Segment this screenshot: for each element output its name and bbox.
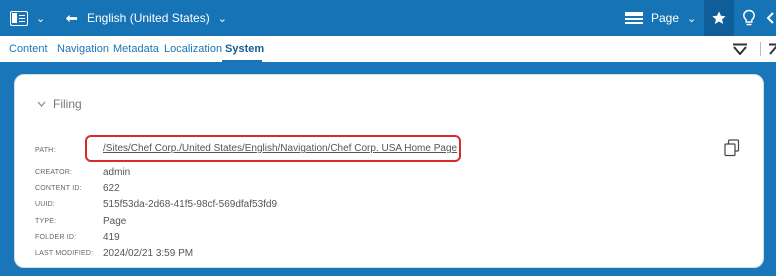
folder-id-label: FOLDER ID: bbox=[35, 234, 77, 241]
type-value: Page bbox=[103, 216, 127, 227]
language-selector[interactable]: English (United States) ⌄ bbox=[64, 0, 227, 36]
tab-navigation[interactable]: Navigation bbox=[57, 43, 109, 55]
content-id-label: CONTENT ID: bbox=[35, 185, 82, 192]
creator-label: CREATOR: bbox=[35, 169, 73, 176]
path-label: PATH: bbox=[35, 147, 56, 154]
system-content-area: Filing PATH: /Sites/Chef Corp./United St… bbox=[0, 62, 776, 276]
creator-value: admin bbox=[103, 167, 131, 178]
site-switcher[interactable]: ⌄ bbox=[10, 0, 45, 36]
collapse-panel-button[interactable] bbox=[764, 0, 776, 36]
last-modified-value: 2024/02/21 3:59 PM bbox=[103, 248, 194, 259]
last-modified-label: LAST MODIFIED: bbox=[35, 250, 94, 257]
page-type-label: Page bbox=[651, 11, 680, 25]
tab-bar: Content Navigation Metadata Localization… bbox=[0, 36, 776, 62]
tab-metadata[interactable]: Metadata bbox=[113, 43, 159, 55]
folder-id-value: 419 bbox=[103, 232, 120, 243]
collapse-all-icon[interactable] bbox=[768, 43, 776, 55]
page-type-selector[interactable]: Page ⌄ bbox=[625, 0, 696, 36]
path-link[interactable]: /Sites/Chef Corp./United States/English/… bbox=[103, 143, 457, 154]
chevron-down-icon: ⌄ bbox=[687, 12, 697, 25]
top-toolbar: ⌄ English (United States) ⌄ Page ⌄ bbox=[0, 0, 776, 36]
favorite-button[interactable] bbox=[704, 0, 734, 36]
path-highlight: /Sites/Chef Corp./United States/English/… bbox=[85, 135, 461, 162]
filing-title: Filing bbox=[53, 97, 82, 111]
language-icon bbox=[65, 14, 78, 22]
uuid-label: UUID: bbox=[35, 201, 56, 208]
copy-icon[interactable] bbox=[724, 139, 740, 157]
site-switcher-icon bbox=[10, 10, 28, 26]
chevron-left-icon bbox=[766, 12, 774, 24]
insights-button[interactable] bbox=[736, 0, 762, 36]
uuid-value: 515f53da-2d68-41f5-98cf-569dfaf53fd9 bbox=[103, 199, 278, 210]
toolbar-divider bbox=[760, 42, 761, 56]
chevron-down-icon: ⌄ bbox=[217, 12, 227, 25]
chevron-down-icon: ⌄ bbox=[36, 12, 46, 25]
chevron-down-icon bbox=[37, 101, 46, 107]
content-id-value: 622 bbox=[103, 183, 120, 194]
lightbulb-icon bbox=[743, 9, 755, 26]
star-icon bbox=[712, 11, 726, 24]
tab-system[interactable]: System bbox=[225, 43, 264, 55]
expand-all-icon[interactable] bbox=[732, 43, 748, 55]
tab-localization[interactable]: Localization bbox=[164, 43, 222, 55]
filing-section-header[interactable]: Filing bbox=[37, 97, 82, 111]
type-label: TYPE: bbox=[35, 218, 57, 225]
language-label: English (United States) bbox=[87, 11, 210, 25]
tab-content[interactable]: Content bbox=[9, 43, 48, 55]
page-list-icon bbox=[625, 12, 643, 24]
filing-section: Filing PATH: /Sites/Chef Corp./United St… bbox=[14, 74, 764, 268]
